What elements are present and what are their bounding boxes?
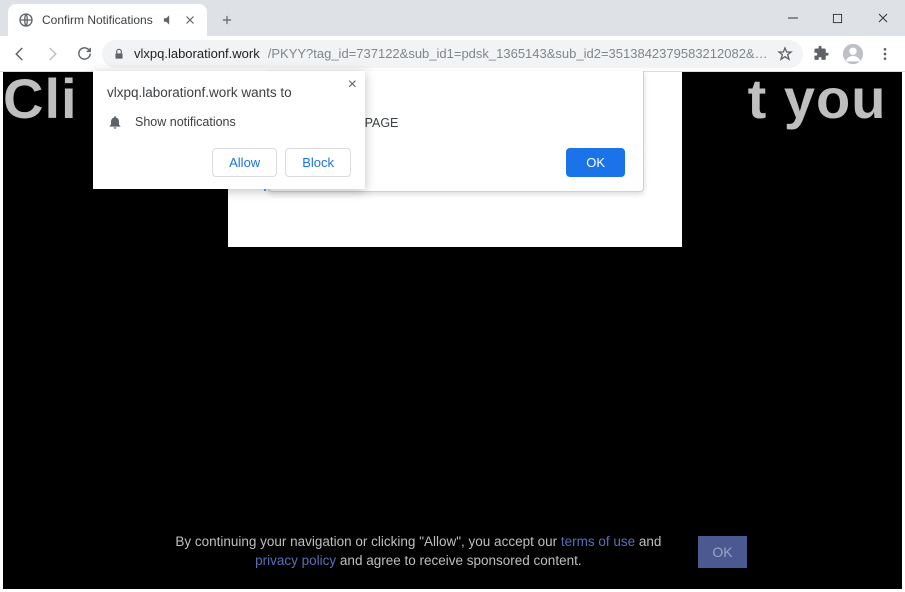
bell-icon (107, 114, 123, 130)
url-host: vlxpq.laborationf.work (134, 46, 260, 61)
lock-icon[interactable] (112, 47, 126, 61)
consent-text-and: and (635, 534, 661, 549)
window-maximize-button[interactable] (815, 0, 860, 36)
permission-label: Show notifications (135, 115, 236, 129)
permission-block-button[interactable]: Block (285, 148, 351, 177)
back-button[interactable] (6, 40, 34, 68)
browser-tab[interactable]: Confirm Notifications (8, 4, 207, 36)
consent-ok-button[interactable]: OK (698, 536, 746, 568)
permission-close-icon[interactable]: × (348, 77, 357, 93)
consent-footer: By continuing your navigation or clickin… (3, 533, 902, 571)
menu-icon[interactable] (871, 40, 899, 68)
tab-title: Confirm Notifications (42, 13, 153, 27)
forward-button[interactable] (38, 40, 66, 68)
privacy-policy-link[interactable]: privacy policy (255, 553, 336, 568)
tab-close-icon[interactable] (183, 13, 197, 27)
bookmark-star-icon[interactable] (777, 46, 793, 62)
terms-of-use-link[interactable]: terms of use (561, 534, 635, 549)
new-tab-button[interactable] (213, 6, 241, 34)
permission-allow-button[interactable]: Allow (212, 148, 277, 177)
permission-origin: vlxpq.laborationf.work wants to (107, 85, 351, 100)
headline-left: Cli (3, 72, 78, 130)
reload-button[interactable] (70, 40, 98, 68)
consent-text: By continuing your navigation or clickin… (158, 533, 678, 571)
consent-text-2: and agree to receive sponsored content. (336, 553, 581, 568)
profile-avatar-icon[interactable] (839, 40, 867, 68)
extensions-icon[interactable] (807, 40, 835, 68)
address-bar[interactable]: vlxpq.laborationf.work/PKYY?tag_id=73712… (102, 40, 803, 68)
window-titlebar: Confirm Notifications (0, 0, 905, 36)
window-close-button[interactable] (860, 0, 905, 36)
window-controls (770, 0, 905, 36)
consent-text-1: By continuing your navigation or clickin… (175, 534, 561, 549)
window-minimize-button[interactable] (770, 0, 815, 36)
notification-permission-prompt: × vlxpq.laborationf.work wants to Show n… (93, 71, 365, 189)
globe-icon (18, 12, 34, 28)
js-alert-ok-button[interactable]: OK (566, 148, 625, 177)
browser-toolbar: vlxpq.laborationf.work/PKYY?tag_id=73712… (0, 36, 905, 72)
url-path: /PKYY?tag_id=737122&sub_id1=pdsk_1365143… (268, 46, 769, 61)
tab-mute-icon[interactable] (161, 13, 175, 27)
headline-right: t you are (748, 72, 902, 130)
